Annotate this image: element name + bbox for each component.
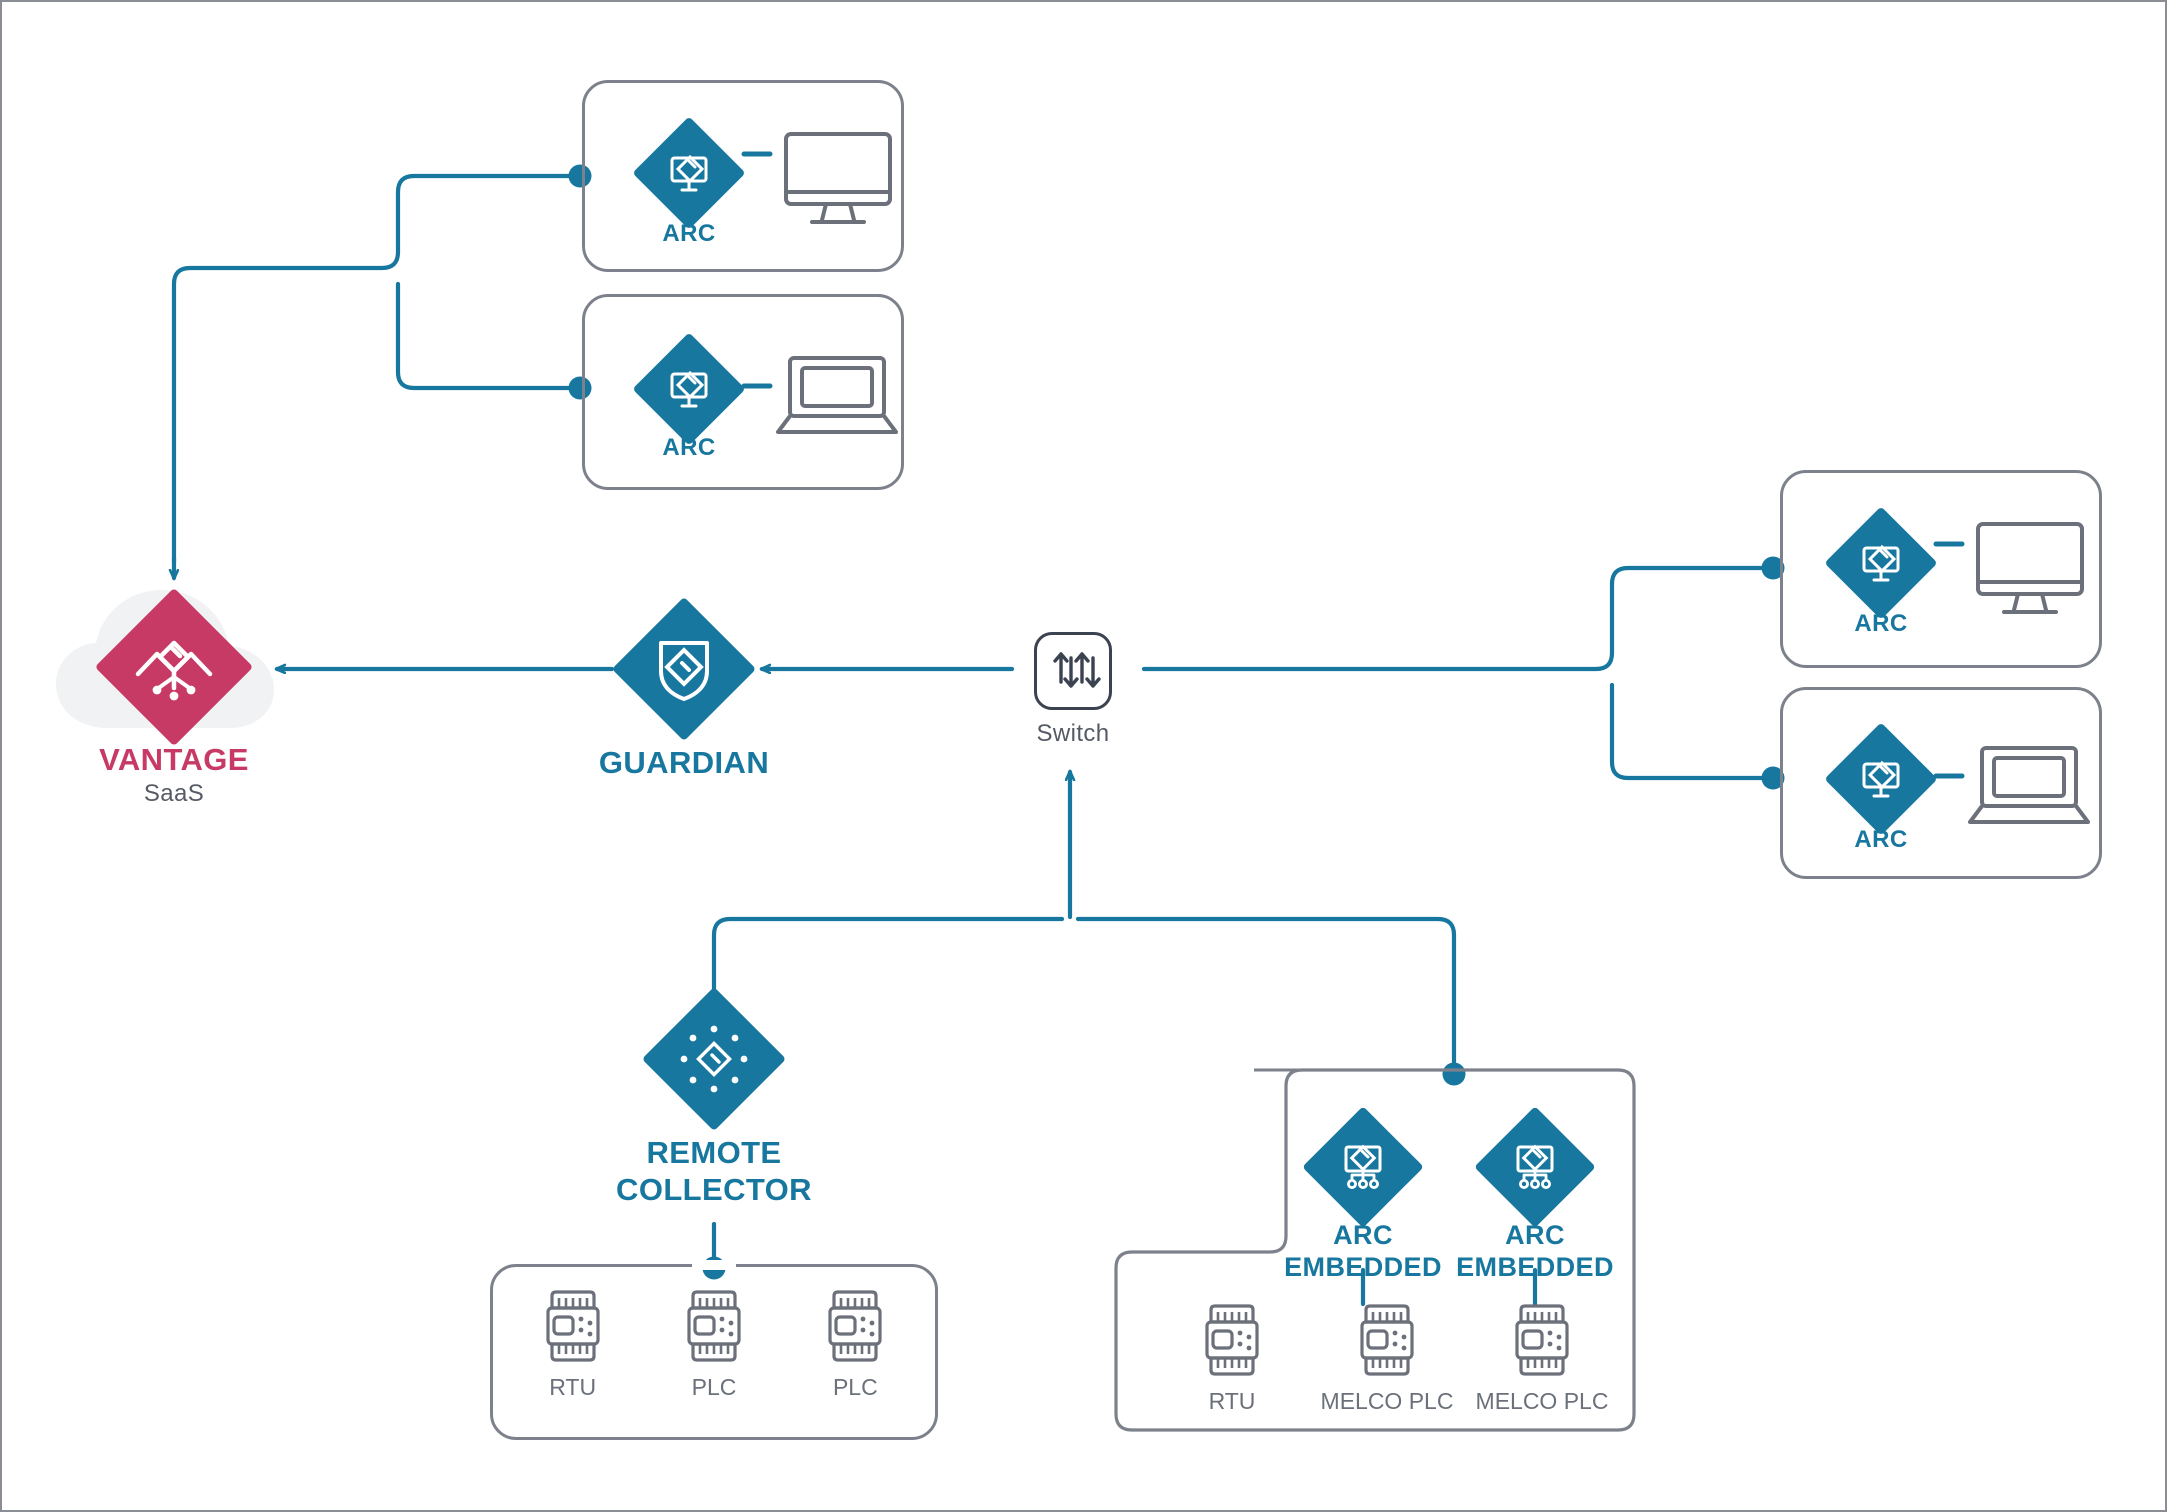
desktop-monitor-icon — [1933, 522, 2084, 614]
remote-collector-diamond-icon — [680, 1025, 748, 1093]
arc-node-top-monitor[interactable] — [632, 116, 746, 230]
arc-embedded-diamond — [1474, 1106, 1596, 1228]
device-item: MELCO PLC — [1467, 1304, 1617, 1415]
desktop-monitor-icon — [741, 132, 892, 224]
arc-monitor-diamond-icon — [670, 154, 708, 192]
arc-diamond — [1824, 722, 1938, 836]
arc-node-right-laptop[interactable] — [1824, 722, 1938, 836]
plc-chip-icon — [1515, 1304, 1569, 1376]
guardian-diamond — [611, 596, 757, 742]
plc-chip-icon — [1360, 1304, 1414, 1376]
arc-diamond — [632, 332, 746, 446]
arc-embedded-label-2: ARC EMBEDDED — [1456, 1220, 1614, 1282]
arc-monitor-diamond-icon — [670, 370, 708, 408]
vantage-sublabel: SaaS — [143, 780, 205, 807]
device-item: RTU — [540, 1290, 606, 1401]
device-label: MELCO PLC — [1475, 1388, 1609, 1414]
device-item: MELCO PLC — [1312, 1304, 1462, 1415]
device-label: RTU — [549, 1374, 597, 1400]
remote-collector-diamond — [641, 986, 787, 1132]
arc-diamond — [632, 116, 746, 230]
vantage-cloud-diamond-icon — [135, 640, 213, 701]
device-row-remote-collector: RTU PLC PLC — [502, 1290, 926, 1401]
guardian-node[interactable] — [611, 596, 757, 742]
arc-embedded-label-1: ARC EMBEDDED — [1284, 1220, 1442, 1282]
device-label: RTU — [1208, 1388, 1256, 1414]
arc-embedded-node-1[interactable] — [1302, 1106, 1424, 1228]
device-label: PLC — [691, 1374, 737, 1400]
switch-node[interactable] — [1034, 632, 1112, 710]
switch-label: Switch — [1036, 720, 1110, 747]
arc-embedded-node-2[interactable] — [1474, 1106, 1596, 1228]
shield-diamond-icon — [659, 641, 709, 701]
remote-collector-node[interactable] — [641, 986, 787, 1132]
arc-monitor-diamond-icon — [1862, 760, 1900, 798]
laptop-icon — [741, 356, 898, 434]
device-item: PLC — [681, 1290, 747, 1401]
vantage-diamond — [94, 587, 254, 747]
plc-chip-icon — [546, 1290, 600, 1362]
arc-monitor-diamond-icon — [1862, 544, 1900, 582]
laptop-icon — [1933, 746, 2090, 824]
connector-gap — [692, 1260, 736, 1270]
arc-embedded-diamond-icon — [1516, 1144, 1554, 1190]
device-label: MELCO PLC — [1320, 1388, 1454, 1414]
desktop-endpoint-top — [741, 132, 902, 228]
arc-node-top-laptop[interactable] — [632, 332, 746, 446]
vantage-label: VANTAGE — [99, 742, 249, 777]
arc-node-right-monitor[interactable] — [1824, 506, 1938, 620]
laptop-endpoint-top — [741, 350, 902, 446]
plc-chip-icon — [687, 1290, 741, 1362]
desktop-endpoint-right — [1933, 522, 2094, 618]
remote-collector-label: REMOTE COLLECTOR — [616, 1135, 812, 1207]
arc-embedded-diamond-icon — [1344, 1144, 1382, 1190]
plc-chip-icon — [828, 1290, 882, 1362]
diagram-canvas: ARC ARC VANTAGE SaaS GUARDIAN Switch ARC… — [0, 0, 2167, 1512]
device-item: PLC — [822, 1290, 888, 1401]
switch-arrows-icon — [1053, 652, 1101, 688]
device-label: PLC — [832, 1374, 878, 1400]
laptop-endpoint-right — [1933, 740, 2094, 836]
device-item: RTU — [1157, 1304, 1307, 1415]
plc-chip-icon — [1205, 1304, 1259, 1376]
device-row-arc-embedded: RTU MELCO PLC MELCO PLC — [1157, 1304, 1617, 1415]
vantage-node[interactable] — [94, 587, 254, 747]
arc-diamond — [1824, 506, 1938, 620]
arc-embedded-diamond — [1302, 1106, 1424, 1228]
guardian-label: GUARDIAN — [598, 745, 770, 780]
